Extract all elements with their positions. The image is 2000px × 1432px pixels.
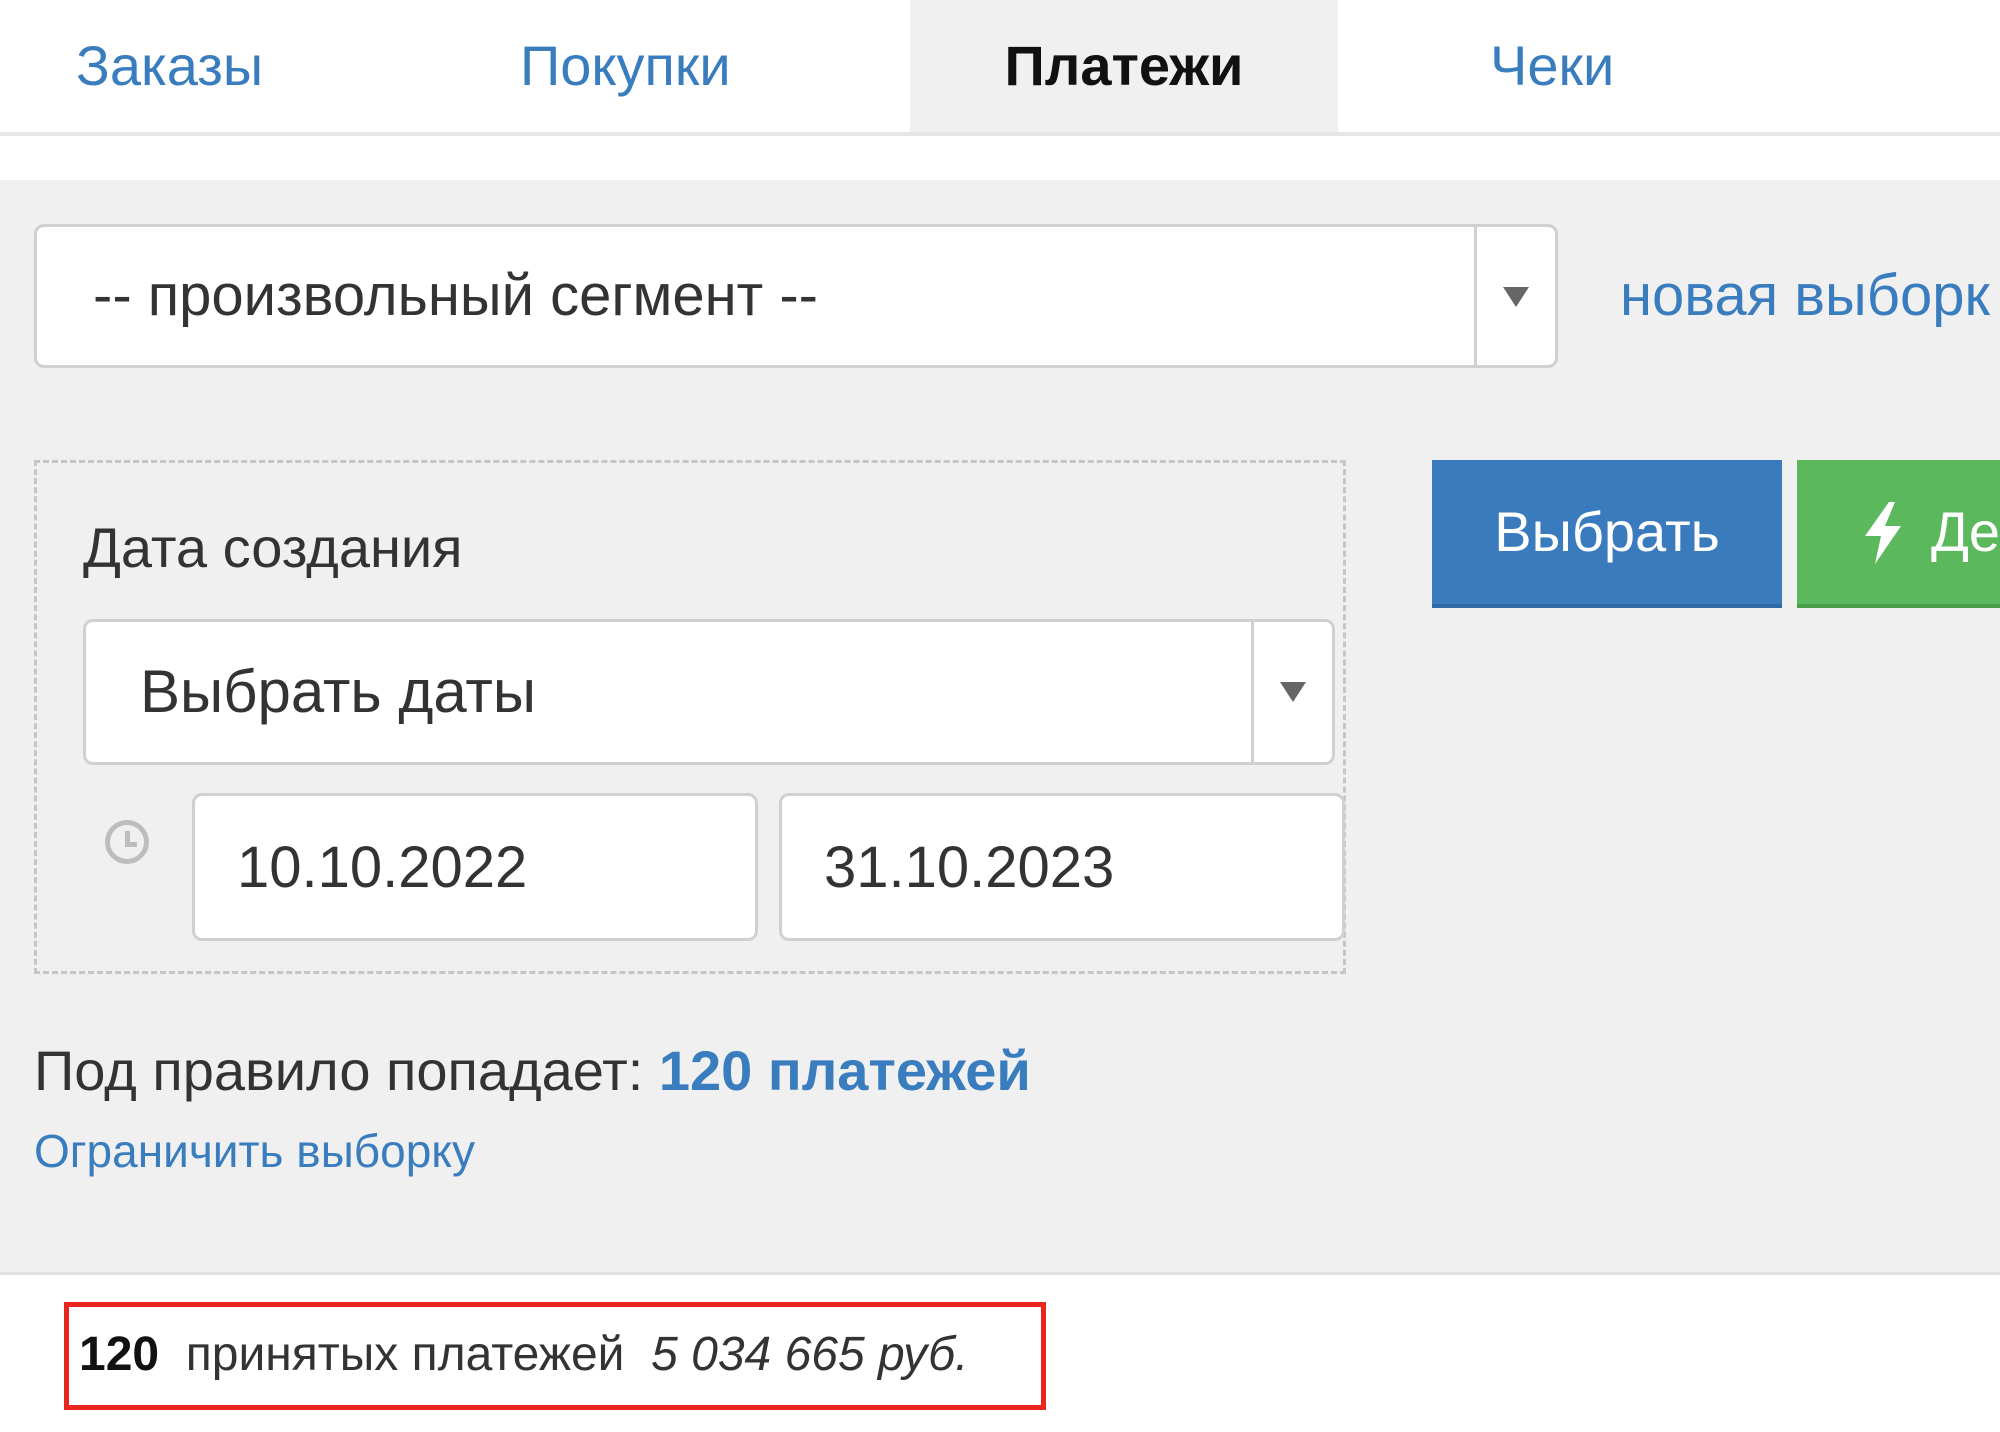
payments-summary: 120 принятых платежей 5 034 665 руб. <box>64 1302 1046 1410</box>
clock-icon <box>105 820 149 864</box>
date-mode-toggle[interactable] <box>1251 622 1332 762</box>
chevron-down-icon <box>1503 287 1529 307</box>
filter-panel: -- произвольный сегмент -- новая выборк … <box>0 180 2000 1275</box>
rule-prefix: Под правило попадает: <box>34 1039 644 1102</box>
summary-amount: 5 034 665 руб. <box>651 1328 969 1381</box>
date-mode-value: Выбрать даты <box>140 658 537 725</box>
rule-count-link[interactable]: 120 платежей <box>659 1039 1031 1102</box>
new-selection-link[interactable]: новая выборк <box>1620 224 1990 368</box>
tab-orders[interactable]: Заказы <box>76 0 263 132</box>
tab-purchases[interactable]: Покупки <box>520 0 731 132</box>
tab-bar: Заказы Покупки Платежи Чеки <box>0 0 2000 136</box>
rule-summary: Под правило попадает: 120 платежей <box>34 1038 1031 1103</box>
date-from-input[interactable] <box>192 793 758 941</box>
date-filter-box: Дата создания Выбрать даты <box>34 460 1346 974</box>
select-button[interactable]: Выбрать <box>1432 460 1782 608</box>
summary-text: принятых платежей <box>185 1328 625 1381</box>
segment-select-value: -- произвольный сегмент -- <box>93 263 818 328</box>
tab-payments[interactable]: Платежи <box>910 0 1338 132</box>
lightning-icon <box>1865 502 1901 564</box>
date-to-input[interactable] <box>779 793 1345 941</box>
summary-count: 120 <box>79 1328 160 1381</box>
chevron-down-icon <box>1280 682 1306 702</box>
tab-receipts[interactable]: Чеки <box>1490 0 1614 132</box>
filter-label: Дата создания <box>83 516 463 579</box>
limit-selection-link[interactable]: Ограничить выборку <box>34 1124 475 1178</box>
segment-select-toggle[interactable] <box>1474 227 1555 365</box>
segment-select[interactable]: -- произвольный сегмент -- <box>34 224 1558 368</box>
action-button-label: Де <box>1931 500 2000 563</box>
date-mode-select[interactable]: Выбрать даты <box>83 619 1335 765</box>
action-button[interactable]: Де <box>1797 460 2000 608</box>
